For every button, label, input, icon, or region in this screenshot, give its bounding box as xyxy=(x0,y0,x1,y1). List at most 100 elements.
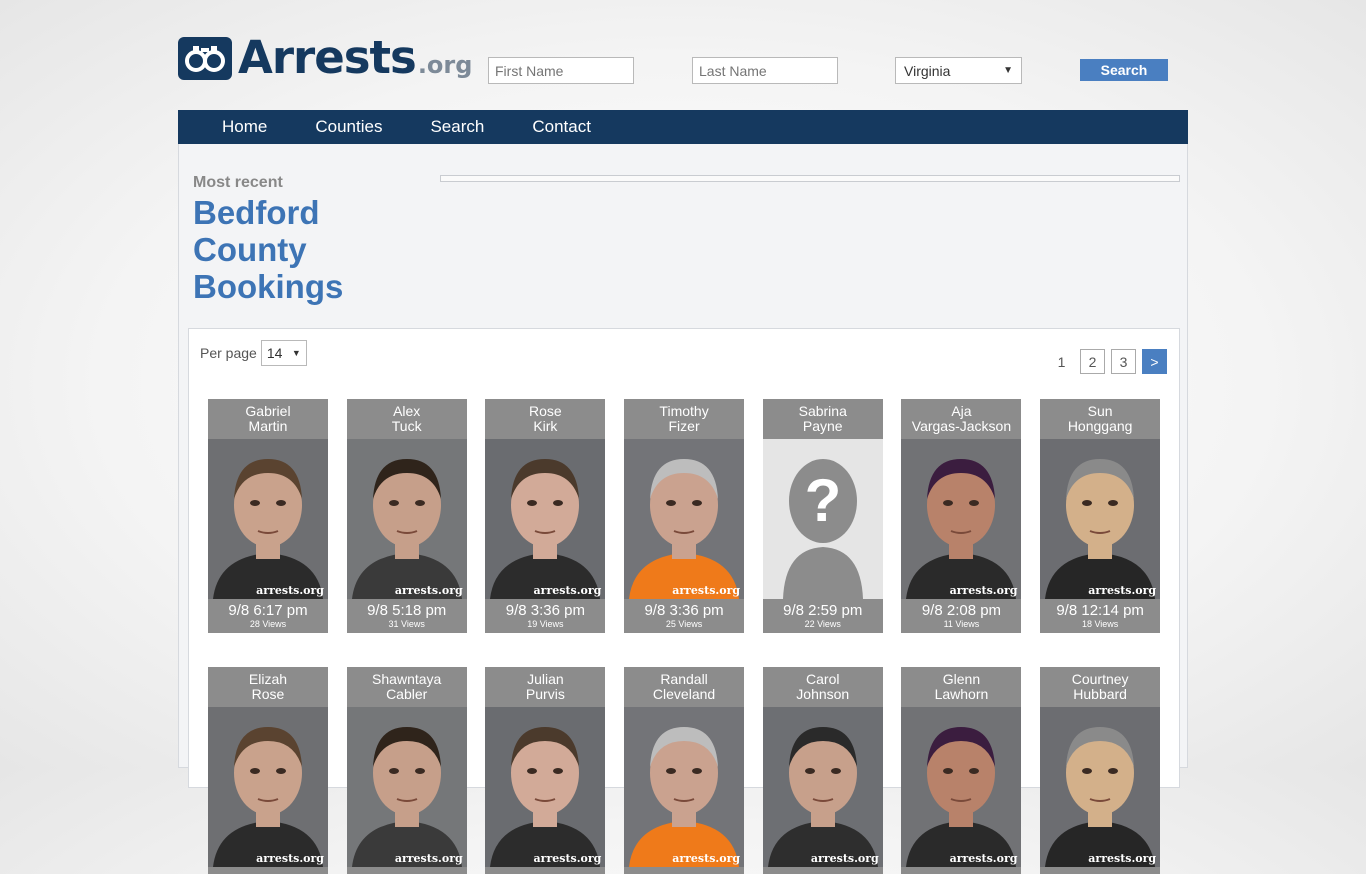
booking-time: 9/8 6:17 pm xyxy=(228,602,308,619)
booking-last-name: Johnson xyxy=(796,686,850,702)
nav-contact[interactable]: Contact xyxy=(532,110,591,144)
booking-name: Courtney Hubbard xyxy=(1040,667,1160,707)
watermark: arrests.org xyxy=(1088,852,1157,865)
booking-last-name: Fizer xyxy=(668,418,700,434)
nav-search[interactable]: Search xyxy=(430,110,484,144)
mugshot-image[interactable]: arrests.org xyxy=(624,707,745,867)
booking-name: Glenn Lawhorn xyxy=(901,667,1021,707)
svg-text:?: ? xyxy=(804,467,841,534)
booking-card[interactable]: Randall Cleveland arrests.org xyxy=(624,667,745,874)
mugshot-image[interactable]: arrests.org xyxy=(485,439,606,599)
watermark: arrests.org xyxy=(672,584,741,597)
booking-name: Sun Honggang xyxy=(1040,399,1160,439)
booking-name: Aja Vargas-Jackson xyxy=(901,399,1021,439)
booking-views xyxy=(763,870,883,874)
mugshot-image[interactable]: arrests.org xyxy=(1040,439,1161,599)
booking-first-name: Shawntaya xyxy=(372,671,442,687)
per-page-label: Per page xyxy=(200,345,257,361)
booking-last-name: Purvis xyxy=(525,686,565,702)
booking-first-name: Sabrina xyxy=(798,403,847,419)
booking-last-name: Payne xyxy=(802,418,843,434)
pagination: 1 2 3 > xyxy=(1043,349,1167,374)
booking-first-name: Glenn xyxy=(942,671,981,687)
mugshot-image[interactable]: arrests.org xyxy=(346,707,467,867)
booking-card[interactable]: Alex Tuck arrests.org 9/8 5:18 pm 31 Views xyxy=(346,399,467,633)
watermark: arrests.org xyxy=(256,852,324,865)
mugshot-image[interactable]: arrests.org xyxy=(346,439,467,599)
booking-last-name: Lawhorn xyxy=(934,686,989,702)
booking-first-name: Alex xyxy=(393,403,421,419)
booking-card[interactable]: Aja Vargas-Jackson arrests.org 9/8 2:08 pm 1… xyxy=(901,399,1022,633)
mugshot-image[interactable]: arrests.org xyxy=(485,707,606,867)
last-name-input[interactable] xyxy=(692,57,838,84)
state-select-value: Virginia xyxy=(904,62,951,79)
mugshot-image[interactable]: arrests.org xyxy=(1040,707,1161,867)
page-link-3[interactable]: 3 xyxy=(1111,349,1136,374)
mugshot-image[interactable]: arrests.org xyxy=(762,707,883,867)
mugshot-image[interactable]: arrests.org xyxy=(208,439,328,599)
booking-first-name: Randall xyxy=(660,671,708,687)
booking-card[interactable]: Carol Johnson arrests.org xyxy=(762,667,883,874)
booking-first-name: Timothy xyxy=(659,403,709,419)
booking-card[interactable]: Timothy Fizer arrests.org 9/8 3:36 pm 25 Vie… xyxy=(624,399,745,633)
watermark: arrests.org xyxy=(533,852,602,865)
watermark: arrests.org xyxy=(949,852,1018,865)
booking-card[interactable]: Gabriel Martin arrests.org 9/8 6:17 pm 28 Vi… xyxy=(208,399,328,633)
booking-last-name: Hubbard xyxy=(1073,686,1127,702)
per-page-select[interactable]: 14 ▼ xyxy=(260,340,307,366)
watermark: arrests.org xyxy=(394,584,463,597)
booking-card[interactable]: Rose Kirk arrests.org 9/8 3:36 pm 19 Views xyxy=(485,399,606,633)
page: Arrests .org Virginia ▼ Search Home Coun… xyxy=(178,0,1188,874)
mugshot-image[interactable]: arrests.org xyxy=(624,439,745,599)
booking-name: Rose Kirk xyxy=(485,399,605,439)
booking-card[interactable]: Glenn Lawhorn arrests.org xyxy=(901,667,1022,874)
next-page-button[interactable]: > xyxy=(1142,349,1167,374)
nav-home[interactable]: Home xyxy=(222,110,267,144)
booking-time: 9/8 12:14 pm xyxy=(1056,602,1144,619)
mugshot-image[interactable]: arrests.org xyxy=(901,707,1022,867)
booking-time: 9/8 3:36 pm xyxy=(644,602,724,619)
booking-views: 28 Views xyxy=(249,619,287,629)
booking-name: Sabrina Payne xyxy=(763,399,883,439)
nav-counties[interactable]: Counties xyxy=(315,110,382,144)
booking-card[interactable]: Shawntaya Cabler arrests.org xyxy=(346,667,467,874)
watermark: arrests.org xyxy=(256,584,324,597)
chevron-down-icon: ▼ xyxy=(291,348,301,358)
main-nav: Home Counties Search Contact xyxy=(178,110,1188,144)
mugshot-image[interactable]: arrests.org xyxy=(901,439,1022,599)
site-logo[interactable]: Arrests .org xyxy=(178,31,472,84)
booking-views xyxy=(347,870,467,874)
booking-last-name: Tuck xyxy=(391,418,422,434)
booking-time: 9/8 2:59 pm xyxy=(783,602,863,619)
page-link-2[interactable]: 2 xyxy=(1080,349,1105,374)
booking-row: Gabriel Martin arrests.org 9/8 6:17 pm 28 Vi… xyxy=(208,399,1179,633)
booking-card[interactable]: Sun Honggang arrests.org 9/8 12:14 pm 18 Vie… xyxy=(1040,399,1161,633)
booking-views: 25 Views xyxy=(665,619,703,629)
state-select[interactable]: Virginia ▼ xyxy=(895,57,1022,84)
booking-card[interactable]: Sabrina Payne? 9/8 2:59 pm 22 Views xyxy=(762,399,883,633)
mugshot-image[interactable]: arrests.org xyxy=(208,707,328,867)
first-name-input[interactable] xyxy=(488,57,634,84)
booking-views: 19 Views xyxy=(527,619,564,629)
booking-name: Randall Cleveland xyxy=(624,667,744,707)
booking-first-name: Gabriel xyxy=(245,403,291,419)
booking-first-name: Julian xyxy=(527,671,564,687)
chevron-down-icon: ▼ xyxy=(1003,65,1013,76)
booking-views: 11 Views xyxy=(943,619,980,629)
watermark: arrests.org xyxy=(394,852,463,865)
booking-card[interactable]: Julian Purvis arrests.org xyxy=(485,667,606,874)
booking-card[interactable]: Elizah Rose arrests.org xyxy=(208,667,328,874)
search-button[interactable]: Search xyxy=(1080,59,1168,81)
booking-last-name: Kirk xyxy=(533,418,558,434)
booking-card[interactable]: Courtney Hubbard arrests.org xyxy=(1040,667,1161,874)
booking-views xyxy=(901,870,1021,874)
booking-last-name: Martin xyxy=(248,418,288,434)
booking-name: Shawntaya Cabler xyxy=(347,667,467,707)
mugshot-image[interactable]: ? xyxy=(762,439,883,599)
booking-time: 9/8 2:08 pm xyxy=(921,602,1002,619)
booking-views xyxy=(624,870,744,874)
per-page-value: 14 xyxy=(266,345,283,361)
logo-name: Arrests xyxy=(238,31,417,84)
watermark: arrests.org xyxy=(810,852,879,865)
booking-last-name: Honggang xyxy=(1067,418,1133,434)
